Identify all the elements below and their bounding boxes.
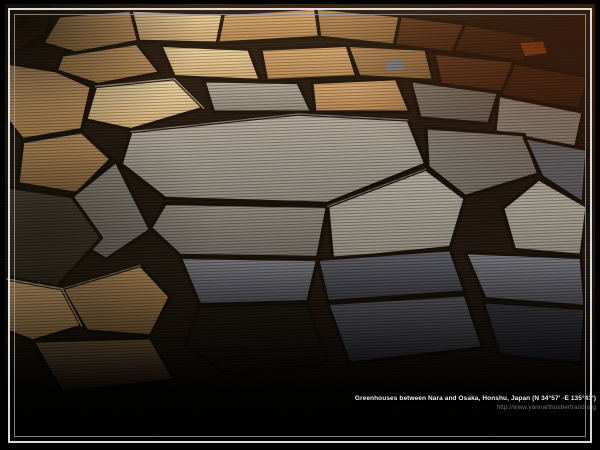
aerial-photo [5, 4, 595, 446]
aerial-photo-art [5, 4, 595, 446]
wallpaper-canvas: Greenhouses between Nara and Osaka, Hons… [0, 0, 600, 450]
lighting-vignette [5, 4, 595, 446]
caption-title: Greenhouses between Nara and Osaka, Hons… [355, 395, 596, 403]
photo-caption: Greenhouses between Nara and Osaka, Hons… [355, 395, 596, 412]
caption-url: http://www.yannarthusbertrand.org [355, 404, 596, 412]
